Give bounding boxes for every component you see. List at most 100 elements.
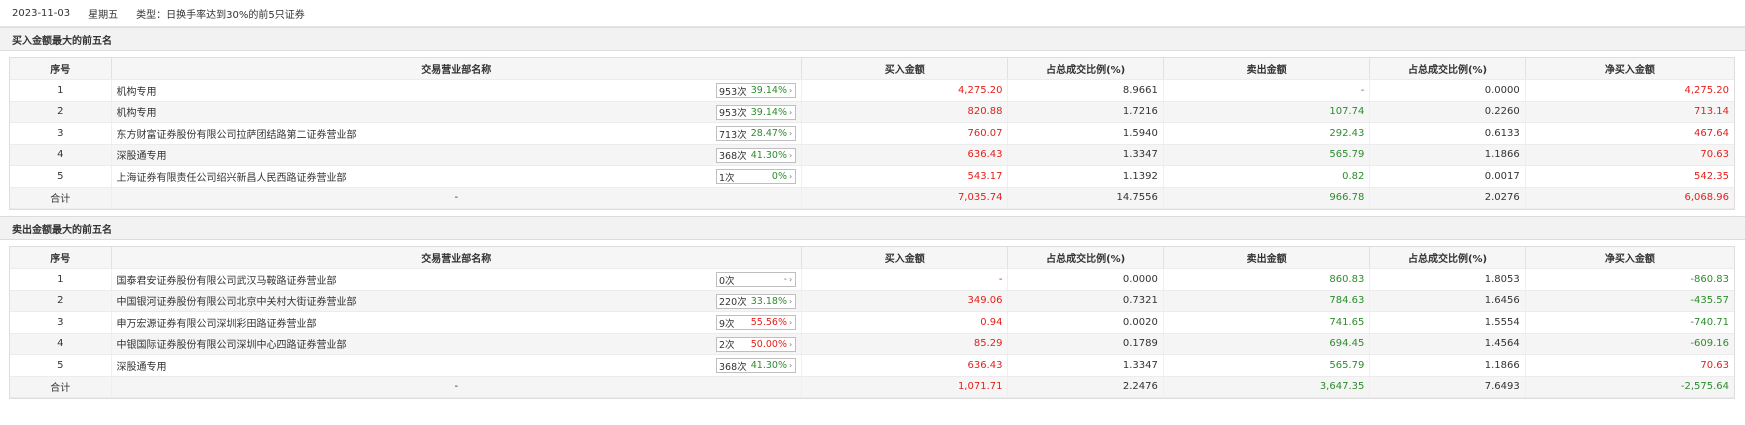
col-index: 序号 bbox=[10, 247, 112, 269]
sell-amount: 860.83 bbox=[1162, 268, 1370, 291]
total-sell-amount: 3,647.35 bbox=[1162, 376, 1370, 398]
table-row: 1 机构专用 953次 39.14% › 4,275.20 8.9661-0.0000 4,2… bbox=[10, 79, 1734, 102]
branch-stats-badge[interactable]: 0次 - › bbox=[716, 272, 796, 287]
net-amount: 4,275.20 bbox=[1524, 79, 1734, 102]
buy-ratio: 1.3347 bbox=[1007, 144, 1164, 166]
total-sell-ratio: 7.6493 bbox=[1369, 376, 1526, 398]
branch-listing-count: 953次 bbox=[719, 108, 747, 119]
buy-table-panel: 序号 交易营业部名称 买入金额 占总成交比例(%) 卖出金额 占总成交比例(%)… bbox=[9, 57, 1735, 210]
table-row: 5 上海证券有限责任公司绍兴新昌人民西路证券营业部 1次 0% › 543.17 1.139… bbox=[10, 165, 1734, 188]
branch-name-link[interactable]: 上海证券有限责任公司绍兴新昌人民西路证券营业部 bbox=[117, 173, 347, 184]
branch-stats-badge[interactable]: 368次 41.30% › bbox=[716, 358, 796, 373]
branch-stats-badge[interactable]: 368次 41.30% › bbox=[716, 147, 796, 163]
buy-ratio: 1.3347 bbox=[1007, 354, 1164, 377]
sell-amount: 107.74 bbox=[1162, 101, 1370, 123]
sell-amount: 565.79 bbox=[1162, 144, 1370, 166]
branch-listing-count: 220次 bbox=[719, 297, 747, 308]
row-index: 5 bbox=[10, 165, 112, 188]
table-row: 4 深股通专用 368次 41.30% › 636.43 1.3347 565.79 1.186… bbox=[10, 144, 1734, 166]
branch-name-link[interactable]: 机构专用 bbox=[117, 108, 157, 119]
total-net-amount: -2,575.64 bbox=[1524, 376, 1734, 398]
net-amount: 542.35 bbox=[1524, 165, 1734, 188]
branch-stats-badge[interactable]: 1次 0% › bbox=[716, 169, 796, 184]
branch-name-link[interactable]: 中国银河证券股份有限公司北京中关村大街证券营业部 bbox=[117, 297, 357, 308]
net-amount: -860.83 bbox=[1524, 268, 1734, 291]
chevron-right-icon: › bbox=[789, 129, 793, 138]
branch-name-link[interactable]: 深股通专用 bbox=[117, 362, 167, 373]
branch-win-rate: 41.30% bbox=[750, 360, 787, 371]
net-amount: -609.16 bbox=[1524, 333, 1734, 355]
buy-ratio: 0.0020 bbox=[1007, 311, 1164, 334]
branch-name-cell: 中国银河证券股份有限公司北京中关村大街证券营业部 220次 33.18% › bbox=[110, 290, 802, 312]
sell-ratio: 1.1866 bbox=[1369, 354, 1526, 377]
branch-name-cell: 深股通专用 368次 41.30% › bbox=[110, 354, 802, 377]
branch-name-link[interactable]: 中银国际证券股份有限公司深圳中心四路证券营业部 bbox=[117, 340, 347, 351]
row-index: 4 bbox=[10, 333, 112, 355]
branch-stats-badge[interactable]: 220次 33.18% › bbox=[716, 293, 796, 309]
col-buy-amount: 买入金额 bbox=[800, 58, 1008, 80]
sell-amount: 292.43 bbox=[1162, 122, 1370, 145]
buy-amount: - bbox=[800, 268, 1008, 291]
buy-amount: 760.07 bbox=[800, 122, 1008, 145]
branch-name-link[interactable]: 国泰君安证券股份有限公司武汉马鞍路证券营业部 bbox=[117, 276, 337, 287]
branch-listing-count: 0次 bbox=[719, 275, 735, 287]
col-sell-ratio: 占总成交比例(%) bbox=[1369, 58, 1526, 80]
buy-ratio: 0.7321 bbox=[1007, 290, 1164, 312]
branch-name-link[interactable]: 深股通专用 bbox=[117, 151, 167, 162]
buy-amount: 543.17 bbox=[800, 165, 1008, 188]
chevron-right-icon: › bbox=[789, 86, 793, 95]
sell-amount: 694.45 bbox=[1162, 333, 1370, 355]
sell-ratio: 1.4564 bbox=[1369, 333, 1526, 355]
branch-listing-count: 368次 bbox=[719, 361, 747, 373]
buy-ratio: 1.5940 bbox=[1007, 122, 1164, 145]
chevron-right-icon: › bbox=[789, 107, 793, 117]
branch-stats-badge[interactable]: 9次 55.56% › bbox=[716, 315, 796, 330]
sell-section-title: 卖出金额最大的前五名 bbox=[0, 216, 1745, 240]
chevron-right-icon: › bbox=[789, 172, 793, 181]
branch-stats-badge[interactable]: 953次 39.14% › bbox=[716, 83, 796, 98]
col-sell-ratio: 占总成交比例(%) bbox=[1369, 247, 1526, 269]
sell-amount: 784.63 bbox=[1162, 290, 1370, 312]
table-row: 5 深股通专用 368次 41.30% › 636.43 1.3347 565.79 1.186… bbox=[10, 354, 1734, 377]
buy-ratio: 8.9661 bbox=[1007, 79, 1164, 102]
total-net-amount: 6,068.96 bbox=[1524, 187, 1734, 209]
buy-table: 序号 交易营业部名称 买入金额 占总成交比例(%) 卖出金额 占总成交比例(%)… bbox=[10, 58, 1734, 209]
branch-name-cell: 东方财富证券股份有限公司拉萨团结路第二证券营业部 713次 28.47% › bbox=[110, 122, 802, 145]
net-amount: -740.71 bbox=[1524, 311, 1734, 334]
buy-table-header: 序号 交易营业部名称 买入金额 占总成交比例(%) 卖出金额 占总成交比例(%)… bbox=[10, 58, 1734, 80]
branch-stats-badge[interactable]: 953次 39.14% › bbox=[716, 104, 796, 120]
net-amount: 70.63 bbox=[1524, 144, 1734, 166]
branch-stats-badge[interactable]: 713次 28.47% › bbox=[716, 126, 796, 141]
sell-amount: 0.82 bbox=[1162, 165, 1370, 188]
sell-ratio: 0.2260 bbox=[1369, 101, 1526, 123]
total-sell-amount: 966.78 bbox=[1162, 187, 1370, 209]
col-branch-name: 交易营业部名称 bbox=[110, 58, 802, 80]
branch-win-rate: 39.14% bbox=[750, 85, 787, 96]
sell-ratio: 1.6456 bbox=[1369, 290, 1526, 312]
total-branch-name: - bbox=[110, 187, 802, 209]
table-row: 4 中银国际证券股份有限公司深圳中心四路证券营业部 2次 50.00% › 85.29 0.… bbox=[10, 333, 1734, 355]
row-index: 1 bbox=[10, 79, 112, 102]
table-row: 1 国泰君安证券股份有限公司武汉马鞍路证券营业部 0次 - › -0.0000 860.83… bbox=[10, 268, 1734, 291]
total-row: 合计 -1,071.71 2.2476 3,647.35 7.6493 -2,575.64 bbox=[10, 376, 1734, 398]
row-index: 1 bbox=[10, 268, 112, 291]
branch-name-link[interactable]: 申万宏源证券有限公司深圳彩田路证券营业部 bbox=[117, 319, 317, 330]
buy-amount: 349.06 bbox=[800, 290, 1008, 312]
branch-name-link[interactable]: 东方财富证券股份有限公司拉萨团结路第二证券营业部 bbox=[117, 130, 357, 141]
branch-listing-count: 368次 bbox=[719, 151, 747, 162]
chevron-right-icon: › bbox=[789, 275, 793, 284]
sell-amount: - bbox=[1162, 79, 1370, 102]
sell-ratio: 0.0017 bbox=[1369, 165, 1526, 188]
row-index: 2 bbox=[10, 101, 112, 123]
sell-ratio: 0.0000 bbox=[1369, 79, 1526, 102]
branch-name-cell: 上海证券有限责任公司绍兴新昌人民西路证券营业部 1次 0% › bbox=[110, 165, 802, 188]
col-buy-ratio: 占总成交比例(%) bbox=[1007, 58, 1164, 80]
total-buy-amount: 1,071.71 bbox=[800, 376, 1008, 398]
sell-amount: 565.79 bbox=[1162, 354, 1370, 377]
branch-stats-badge[interactable]: 2次 50.00% › bbox=[716, 336, 796, 352]
row-index: 3 bbox=[10, 311, 112, 334]
branch-name-link[interactable]: 机构专用 bbox=[117, 87, 157, 98]
col-sell-amount: 卖出金额 bbox=[1162, 247, 1370, 269]
col-net-amount: 净买入金额 bbox=[1524, 247, 1734, 269]
net-amount: 467.64 bbox=[1524, 122, 1734, 145]
